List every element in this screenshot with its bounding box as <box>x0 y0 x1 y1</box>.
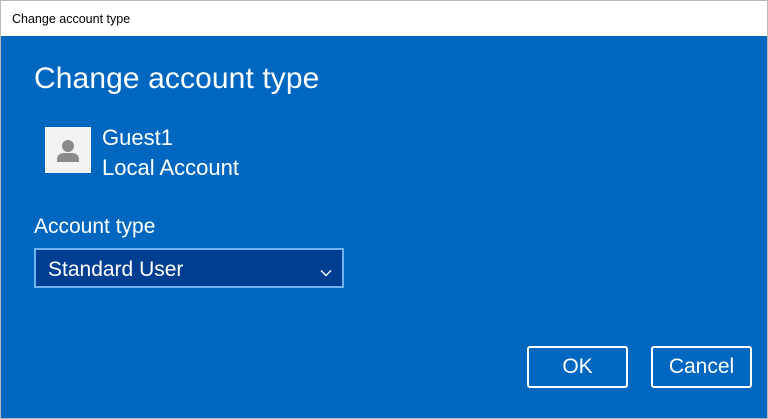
cancel-button[interactable]: Cancel <box>651 346 752 388</box>
change-account-type-window: Change account type Change account type … <box>0 0 768 419</box>
account-type-label: Account type <box>34 215 156 238</box>
dialog-heading: Change account type <box>34 62 320 95</box>
user-avatar-icon <box>45 127 91 173</box>
account-kind: Local Account <box>102 155 239 180</box>
window-title: Change account type <box>12 12 131 26</box>
account-name: Guest1 <box>102 125 173 150</box>
account-type-selected-value: Standard User <box>48 258 184 281</box>
ok-button[interactable]: OK <box>527 346 628 388</box>
title-bar[interactable]: Change account type <box>1 1 767 36</box>
dialog-content: Change account type Guest1 Local Account… <box>1 36 767 418</box>
account-type-dropdown[interactable]: Standard User <box>34 248 344 288</box>
chevron-down-icon <box>320 264 332 282</box>
